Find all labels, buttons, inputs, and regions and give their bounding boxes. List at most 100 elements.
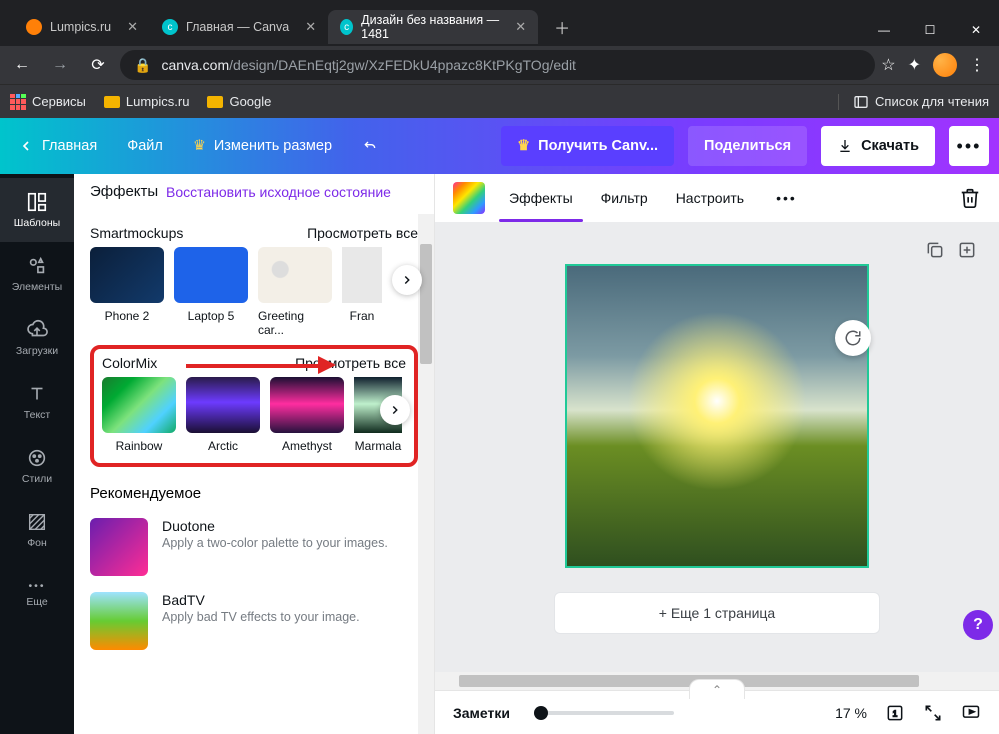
mockup-thumb[interactable]: Greeting car...: [258, 247, 332, 337]
profile-avatar[interactable]: [933, 53, 957, 77]
add-page-button[interactable]: + Еще 1 страница: [554, 592, 880, 634]
color-picker-button[interactable]: [453, 182, 485, 214]
browser-tab[interactable]: Lumpics.ru ✕: [14, 10, 150, 44]
forward-button[interactable]: →: [44, 49, 76, 81]
add-page-icon[interactable]: [957, 240, 977, 260]
share-button[interactable]: Поделиться: [688, 126, 807, 166]
rail-styles[interactable]: Стили: [0, 434, 74, 498]
bookmark-star-icon[interactable]: ☆: [881, 55, 895, 75]
delete-button[interactable]: [959, 187, 981, 209]
address-bar: ← → ⟳ 🔒 canva.com/design/DAEnEqtj2gw/XzF…: [0, 46, 999, 84]
colormix-thumb[interactable]: Arctic: [186, 377, 260, 453]
reload-button[interactable]: ⟳: [82, 49, 114, 81]
download-button[interactable]: Скачать: [821, 126, 935, 166]
restore-button[interactable]: Восстановить исходное состояние: [166, 184, 391, 200]
context-toolbar: Эффекты Фильтр Настроить •••: [435, 174, 999, 222]
rail-more[interactable]: ••• Еще: [0, 562, 74, 626]
colormix-callout: ColorMix Просмотреть все Rainbow Arctic …: [90, 345, 418, 467]
app-desc: Apply bad TV effects to your image.: [162, 610, 360, 624]
colormix-thumb[interactable]: Rainbow: [102, 377, 176, 453]
panel-title: Эффекты: [90, 184, 154, 201]
bookmarks-bar: Сервисы Lumpics.ru Google Список для чте…: [0, 84, 999, 118]
ctx-filter[interactable]: Фильтр: [597, 182, 652, 214]
canvas-viewport[interactable]: + Еще 1 страница ?: [435, 222, 999, 690]
colormix-thumb[interactable]: Amethyst: [270, 377, 344, 453]
app-name: Duotone: [162, 518, 388, 534]
smartmockups-section: Smartmockups Просмотреть все Phone 2 Lap…: [90, 219, 418, 337]
mockup-thumb[interactable]: Fran: [342, 247, 382, 337]
recommended-section: Рекомендуемое Duotone Apply a two-color …: [90, 481, 418, 658]
app-icon: [90, 592, 148, 650]
crown-icon: ♛: [517, 138, 530, 154]
bookmark-item[interactable]: Lumpics.ru: [104, 94, 190, 109]
file-menu[interactable]: Файл: [119, 128, 171, 164]
duplicate-page-icon[interactable]: [925, 240, 945, 260]
scroll-right-button[interactable]: [380, 395, 410, 425]
bookmark-apps[interactable]: Сервисы: [10, 94, 86, 110]
help-button[interactable]: ?: [963, 610, 993, 640]
lock-icon: 🔒: [134, 57, 151, 74]
url-domain: canva.com: [161, 57, 229, 73]
tab-title: Главная — Canva: [186, 20, 289, 34]
reading-list-button[interactable]: Список для чтения: [838, 94, 989, 110]
back-button[interactable]: ←: [6, 49, 38, 81]
rail-uploads[interactable]: Загрузки: [0, 306, 74, 370]
canva-toolbar: Главная Файл ♛ Изменить размер ♛ Получит…: [0, 118, 999, 174]
recommended-item[interactable]: BadTV Apply bad TV effects to your image…: [90, 584, 418, 658]
present-icon[interactable]: [961, 703, 981, 723]
zoom-slider[interactable]: [534, 711, 674, 715]
url-input[interactable]: 🔒 canva.com/design/DAEnEqtj2gw/XzFEDkU4p…: [120, 50, 875, 80]
app-name: BadTV: [162, 592, 360, 608]
rotate-handle[interactable]: [835, 320, 871, 356]
browser-tab[interactable]: c Главная — Canva ✕: [150, 10, 328, 44]
app-icon: [90, 518, 148, 576]
maximize-button[interactable]: ☐: [907, 14, 953, 46]
rail-text[interactable]: Текст: [0, 370, 74, 434]
browser-tab[interactable]: c Дизайн без названия — 1481 ✕: [328, 10, 538, 44]
rail-templates[interactable]: Шаблоны: [0, 178, 74, 242]
crown-icon: ♛: [193, 138, 206, 154]
canvas-area: Эффекты Фильтр Настроить ••• + Еще 1 стр…: [434, 174, 999, 734]
bottom-bar: ⌃ Заметки 17 % 1: [435, 690, 999, 734]
app-desc: Apply a two-color palette to your images…: [162, 536, 388, 550]
new-tab-button[interactable]: ＋: [548, 13, 576, 41]
resize-button[interactable]: ♛ Изменить размер: [185, 128, 340, 164]
ctx-adjust[interactable]: Настроить: [672, 182, 748, 214]
recommended-item[interactable]: Duotone Apply a two-color palette to you…: [90, 510, 418, 584]
ctx-effects[interactable]: Эффекты: [505, 182, 577, 214]
get-pro-button[interactable]: ♛ Получить Canv...: [501, 126, 674, 166]
view-all-link[interactable]: Просмотреть все: [307, 225, 418, 241]
canvas-page[interactable]: [565, 264, 869, 568]
section-title: Рекомендуемое: [90, 481, 418, 510]
mockup-thumb[interactable]: Phone 2: [90, 247, 164, 337]
selected-image[interactable]: [567, 266, 867, 566]
annotation-arrow: [186, 357, 336, 373]
window-titlebar: Lumpics.ru ✕ c Главная — Canva ✕ c Дизай…: [0, 0, 999, 46]
url-path: /design/DAEnEqtj2gw/XzFEDkU4ppazc8KtPKgT…: [229, 57, 576, 73]
fullscreen-icon[interactable]: [923, 703, 943, 723]
tab-title: Lumpics.ru: [50, 20, 111, 34]
ctx-more-button[interactable]: •••: [772, 182, 801, 214]
grid-view-icon[interactable]: 1: [885, 703, 905, 723]
zoom-value[interactable]: 17 %: [835, 705, 867, 721]
close-icon[interactable]: ✕: [127, 19, 138, 35]
undo-button[interactable]: [354, 128, 386, 164]
notes-button[interactable]: Заметки: [453, 705, 510, 721]
tab-title: Дизайн без названия — 1481: [361, 13, 499, 41]
panel-scrollbar[interactable]: [418, 214, 434, 734]
svg-text:1: 1: [893, 708, 898, 718]
rail-background[interactable]: Фон: [0, 498, 74, 562]
expand-pages-button[interactable]: ⌃: [689, 679, 745, 699]
rail-elements[interactable]: Элементы: [0, 242, 74, 306]
close-icon[interactable]: ✕: [515, 19, 526, 35]
close-icon[interactable]: ✕: [305, 19, 316, 35]
home-button[interactable]: Главная: [10, 128, 105, 164]
extensions-icon[interactable]: ✦: [908, 55, 921, 75]
close-window-button[interactable]: ✕: [953, 14, 999, 46]
chrome-menu-icon[interactable]: ⋮: [969, 55, 985, 75]
more-menu-button[interactable]: •••: [949, 126, 989, 166]
mockup-thumb[interactable]: Laptop 5: [174, 247, 248, 337]
minimize-button[interactable]: ―: [861, 14, 907, 46]
bookmark-item[interactable]: Google: [207, 94, 271, 109]
scroll-right-button[interactable]: [392, 265, 422, 295]
